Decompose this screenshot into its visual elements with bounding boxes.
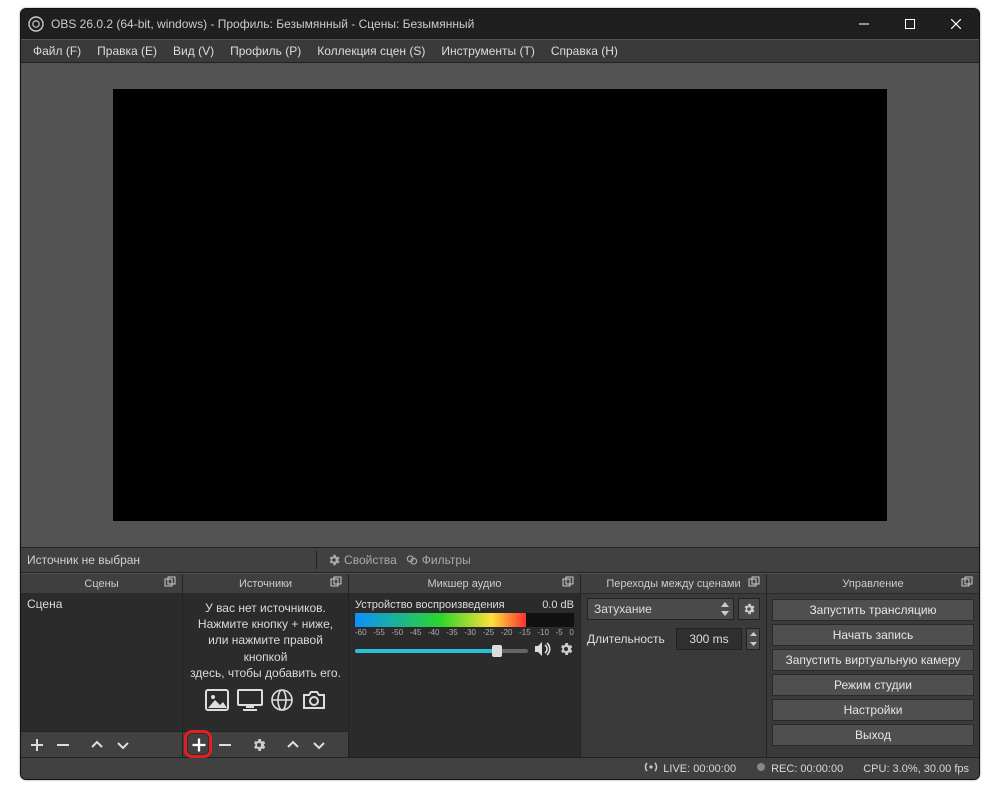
sources-list[interactable]: У вас нет источников. Нажмите кнопку + н… [183, 594, 348, 731]
sources-empty-hint: У вас нет источников. Нажмите кнопку + н… [183, 594, 348, 681]
start-recording-button[interactable]: Начать запись [772, 624, 974, 646]
source-down-button[interactable] [307, 734, 331, 756]
status-cpu: CPU: 3.0%, 30.00 fps [863, 763, 969, 775]
menu-profile[interactable]: Профиль (P) [222, 42, 309, 60]
scene-item[interactable]: Сцена [21, 594, 182, 614]
menu-edit[interactable]: Правка (E) [89, 42, 165, 60]
scene-down-button[interactable] [111, 734, 135, 756]
transitions-popout-icon[interactable] [748, 576, 762, 590]
meter-ticks: -60-55-50-45-40-35-30-25-20-15-10-50 [355, 628, 574, 637]
mixer-title: Микшер аудио [427, 578, 501, 590]
source-toolbar: Источник не выбран Свойства Фильтры [21, 547, 979, 573]
mixer-device-name: Устройство воспроизведения [355, 599, 505, 611]
duration-label: Длительность [587, 632, 665, 646]
status-live: LIVE: 00:00:00 [644, 761, 736, 776]
record-dot-icon [756, 762, 766, 775]
source-add-button[interactable] [187, 734, 211, 756]
sources-dock: Источники У вас нет источников. Нажмите … [183, 574, 349, 757]
start-virtual-cam-button[interactable]: Запустить виртуальную камеру [772, 649, 974, 671]
preview-area[interactable] [21, 63, 979, 547]
docks-row: Сцены Сцена Источники У вас не [21, 573, 979, 757]
controls-popout-icon[interactable] [961, 576, 975, 590]
globe-icon [271, 689, 293, 716]
display-icon [237, 689, 263, 716]
titlebar: OBS 26.0.2 (64-bit, windows) - Профиль: … [21, 9, 979, 39]
source-remove-button[interactable] [213, 734, 237, 756]
scenes-dock: Сцены Сцена [21, 574, 183, 757]
image-icon [205, 689, 229, 716]
obs-window: OBS 26.0.2 (64-bit, windows) - Профиль: … [20, 8, 980, 780]
scenes-list[interactable]: Сцена [21, 594, 182, 731]
duration-down-icon[interactable] [747, 639, 759, 649]
mixer-channel: Устройство воспроизведения 0.0 dB -60-55… [349, 594, 580, 665]
no-source-label: Источник не выбран [27, 553, 140, 567]
studio-mode-button[interactable]: Режим студии [772, 674, 974, 696]
transition-select[interactable]: Затухание [587, 598, 734, 620]
exit-button[interactable]: Выход [772, 724, 974, 746]
sources-popout-icon[interactable] [330, 576, 344, 590]
status-rec: REC: 00:00:00 [756, 762, 843, 775]
source-up-button[interactable] [281, 734, 305, 756]
duration-field[interactable]: 300 ms [676, 628, 742, 650]
scenes-popout-icon[interactable] [164, 576, 178, 590]
menu-tools[interactable]: Инструменты (T) [433, 42, 542, 60]
transitions-dock: Переходы между сценами Затухание Длитель… [581, 574, 767, 757]
scenes-title: Сцены [84, 578, 118, 590]
properties-button[interactable]: Свойства [323, 553, 401, 567]
duration-up-icon[interactable] [747, 629, 759, 639]
sources-title: Источники [239, 578, 292, 590]
menubar: Файл (F) Правка (E) Вид (V) Профиль (P) … [21, 39, 979, 63]
chevron-down-icon[interactable] [718, 609, 732, 618]
controls-dock: Управление Запустить трансляцию Начать з… [767, 574, 979, 757]
preview-canvas[interactable] [113, 89, 887, 521]
menu-file[interactable]: Файл (F) [25, 42, 89, 60]
scene-remove-button[interactable] [51, 734, 75, 756]
scene-up-button[interactable] [85, 734, 109, 756]
mixer-dock: Микшер аудио Устройство воспроизведения … [349, 574, 581, 757]
mixer-level: 0.0 dB [542, 599, 574, 611]
mixer-settings-icon[interactable] [558, 641, 574, 660]
scene-add-button[interactable] [25, 734, 49, 756]
maximize-button[interactable] [887, 9, 933, 39]
menu-view[interactable]: Вид (V) [165, 42, 222, 60]
chevron-up-icon[interactable] [718, 600, 732, 609]
audio-meter [355, 613, 574, 627]
controls-title: Управление [842, 578, 903, 590]
filters-button[interactable]: Фильтры [401, 553, 475, 567]
window-title: OBS 26.0.2 (64-bit, windows) - Профиль: … [51, 17, 841, 31]
transition-settings-button[interactable] [738, 598, 760, 620]
source-properties-button[interactable] [247, 734, 271, 756]
menu-help[interactable]: Справка (H) [543, 42, 626, 60]
minimize-button[interactable] [841, 9, 887, 39]
volume-slider[interactable] [355, 649, 528, 653]
settings-button[interactable]: Настройки [772, 699, 974, 721]
broadcast-icon [644, 761, 658, 776]
statusbar: LIVE: 00:00:00 REC: 00:00:00 CPU: 3.0%, … [21, 757, 979, 779]
app-icon [21, 16, 51, 32]
start-streaming-button[interactable]: Запустить трансляцию [772, 599, 974, 621]
transitions-title: Переходы между сценами [606, 578, 740, 590]
camera-icon [301, 689, 327, 716]
speaker-icon[interactable] [534, 641, 552, 660]
mixer-popout-icon[interactable] [562, 576, 576, 590]
close-button[interactable] [933, 9, 979, 39]
menu-scene-collection[interactable]: Коллекция сцен (S) [309, 42, 433, 60]
